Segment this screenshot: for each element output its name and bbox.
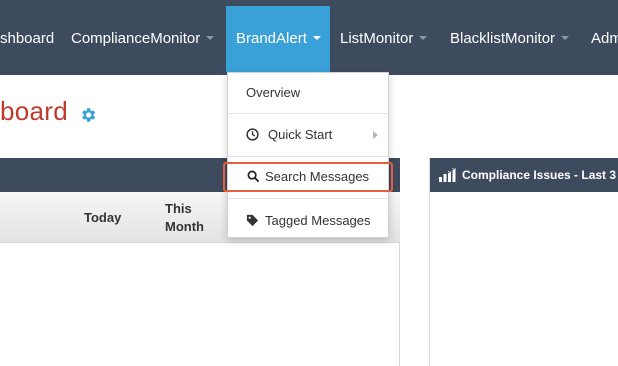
- nav-item-compliancemonitor[interactable]: ComplianceMonitor: [71, 0, 215, 75]
- caret-down-icon: [419, 36, 428, 41]
- menu-item-quick-start[interactable]: Quick Start: [228, 125, 388, 145]
- highlight-box: [223, 162, 393, 192]
- nav-item-admin[interactable]: Adm: [591, 0, 618, 75]
- menu-item-label: Tagged Messages: [265, 213, 371, 228]
- menu-item-tagged-messages[interactable]: Tagged Messages: [228, 211, 388, 231]
- nav-item-brandalert[interactable]: BrandAlert: [226, 6, 330, 72]
- nav-label: BlacklistMonitor: [450, 30, 556, 47]
- panel-header: Compliance Issues - Last 3: [430, 158, 618, 192]
- column-header-today: Today: [84, 210, 122, 225]
- nav-label: ComplianceMonitor: [71, 30, 201, 47]
- brandalert-dropdown-menu: Overview Quick Start Search Messages Tag…: [227, 72, 389, 238]
- column-header-this-month: This Month: [165, 201, 204, 234]
- caret-down-icon: [206, 36, 215, 41]
- nav-label: BrandAlert: [236, 30, 307, 47]
- chevron-right-icon: [373, 131, 378, 139]
- divider: [228, 198, 388, 199]
- gear-icon[interactable]: [79, 106, 97, 124]
- nav-item-dashboard[interactable]: shboard: [0, 0, 54, 75]
- nav-label: shboard: [0, 30, 55, 47]
- caret-down-icon: [561, 36, 570, 41]
- panel-title: Compliance Issues - Last 3: [462, 168, 617, 182]
- nav-label: ListMonitor: [340, 30, 414, 47]
- nav-item-listmonitor[interactable]: ListMonitor: [340, 0, 428, 75]
- divider: [228, 113, 388, 114]
- menu-item-label: Overview: [246, 85, 301, 100]
- divider: [228, 156, 388, 157]
- page-title: board: [0, 96, 68, 126]
- nav-item-blacklistmonitor[interactable]: BlacklistMonitor: [450, 0, 570, 75]
- tag-icon: [246, 214, 259, 227]
- top-navbar: shboard ComplianceMonitor BrandAlert Lis…: [0, 0, 618, 75]
- caret-down-icon: [312, 36, 321, 41]
- menu-item-label: Quick Start: [268, 127, 333, 142]
- menu-item-overview[interactable]: Overview: [228, 83, 388, 103]
- panel-body: [0, 243, 400, 366]
- clock-icon: [246, 128, 259, 141]
- compliance-issues-panel: Compliance Issues - Last 3: [429, 158, 618, 366]
- chart-icon: [438, 168, 456, 182]
- nav-label: Adm: [591, 30, 618, 47]
